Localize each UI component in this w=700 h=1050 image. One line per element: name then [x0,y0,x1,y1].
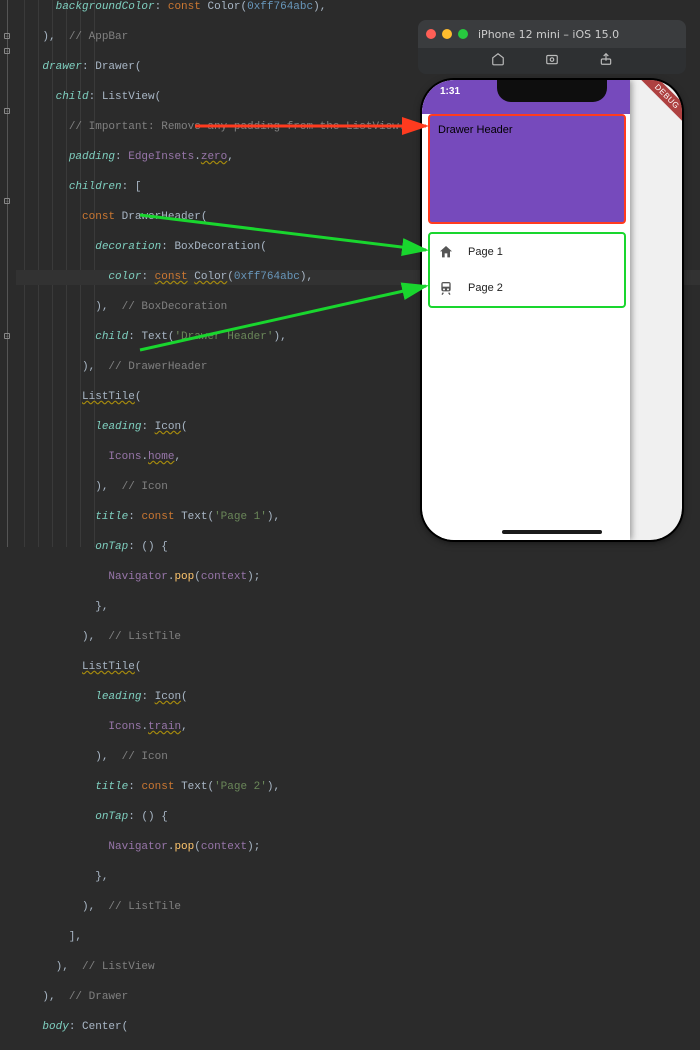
train-icon [438,280,454,296]
list-tile-page1[interactable]: Page 1 [430,234,624,270]
traffic-max[interactable] [458,29,468,39]
status-time: 1:31 [440,86,460,97]
home-icon [438,244,454,260]
tile-label: Page 2 [468,282,503,294]
gutter: − − − − − [0,0,14,547]
home-indicator[interactable] [502,530,602,534]
drawer: Drawer Header Page 1 [422,80,630,540]
traffic-min[interactable] [442,29,452,39]
list-tile-page2[interactable]: Page 2 [430,270,624,306]
list-highlight: Page 1 Page 2 [428,232,626,308]
tile-label: Page 1 [468,246,503,258]
simulator-toolbar[interactable] [418,48,686,74]
traffic-close[interactable] [426,29,436,39]
home-icon[interactable] [491,52,505,70]
phone-screen[interactable]: Drawer Header Page 1 [422,80,682,540]
share-icon[interactable] [599,52,613,70]
screenshot-icon[interactable] [545,52,559,70]
simulator-titlebar[interactable]: iPhone 12 mini – iOS 15.0 [418,20,686,48]
drawer-header-label: Drawer Header [438,124,513,136]
simulator-window: iPhone 12 mini – iOS 15.0 Drawer Header [418,20,686,540]
drawer-header: Drawer Header [422,80,630,230]
phone-frame: Drawer Header Page 1 [422,80,682,540]
simulator-title: iPhone 12 mini – iOS 15.0 [478,28,619,41]
